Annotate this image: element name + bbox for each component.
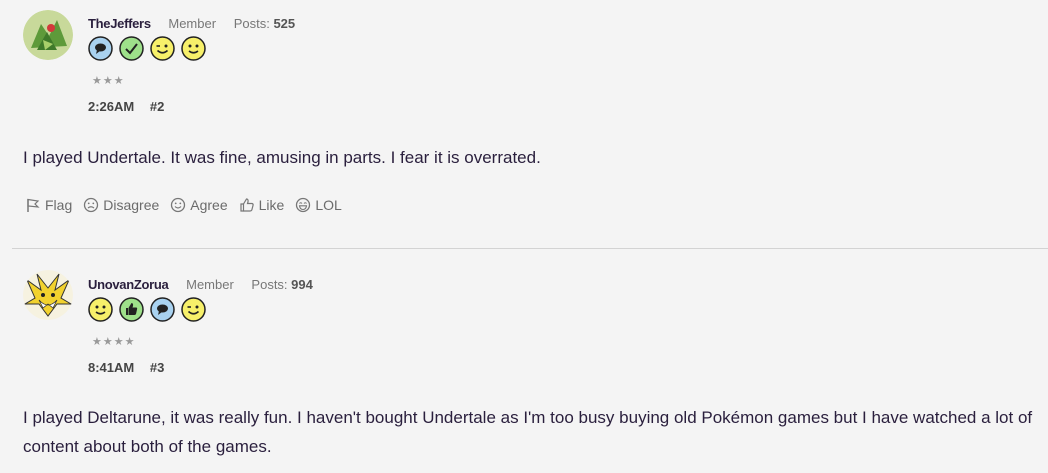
smile-icon xyxy=(171,197,186,213)
avatar[interactable] xyxy=(23,10,73,60)
disagree-button[interactable]: Disagree xyxy=(83,197,159,213)
like-button[interactable]: Like xyxy=(239,197,285,213)
post-body: I played Deltarune, it was really fun. I… xyxy=(23,408,1033,456)
disagree-label: Disagree xyxy=(103,197,160,213)
username[interactable]: TheJeffers xyxy=(88,16,151,31)
speech-bubble-badge-icon[interactable] xyxy=(88,36,113,61)
badge-row xyxy=(88,36,206,61)
thumbs-up-icon xyxy=(240,198,254,212)
avatar[interactable] xyxy=(23,270,73,320)
post-stamp: 8:41AM #3 xyxy=(88,360,164,375)
laugh-icon xyxy=(296,197,311,213)
checkmark-badge-icon[interactable] xyxy=(119,36,144,61)
flag-icon xyxy=(27,198,40,212)
posts-label: Posts: xyxy=(251,277,288,292)
reaction-bar: Flag Disagree Agree Like LOL xyxy=(25,197,353,213)
rank-stars: ★★★ xyxy=(92,75,125,87)
comment-post: UnovanZorua Member Posts: 994 ★★★★ 8:41A… xyxy=(0,250,1048,473)
like-label: Like xyxy=(258,197,285,213)
wink-badge-icon[interactable] xyxy=(181,297,206,322)
posts-label: Posts: xyxy=(233,16,270,31)
post-time[interactable]: 8:41AM xyxy=(88,360,134,375)
post-time[interactable]: 2:26AM xyxy=(88,99,134,114)
post-meta: UnovanZorua Member Posts: 994 xyxy=(88,277,313,292)
badge-row xyxy=(88,297,206,322)
rank-stars: ★★★★ xyxy=(92,336,136,348)
posts-count: 994 xyxy=(291,277,313,292)
lol-label: LOL xyxy=(315,197,342,213)
comment-post: TheJeffers Member Posts: 525 ★★★ 2:26AM xyxy=(0,0,1048,248)
post-number[interactable]: #3 xyxy=(150,360,164,375)
smile-badge-icon[interactable] xyxy=(181,36,206,61)
smile-badge-icon[interactable] xyxy=(88,297,113,322)
speech-bubble-badge-icon[interactable] xyxy=(150,297,175,322)
user-role: Member xyxy=(168,16,217,31)
wink-badge-icon[interactable] xyxy=(150,36,175,61)
user-role: Member xyxy=(186,277,234,292)
username[interactable]: UnovanZorua xyxy=(88,277,169,292)
post-body: I played Undertale. It was fine, amusing… xyxy=(23,148,541,167)
flag-button[interactable]: Flag xyxy=(25,197,72,213)
lol-button[interactable]: LOL xyxy=(295,197,342,213)
posts-count: 525 xyxy=(273,16,296,31)
agree-label: Agree xyxy=(190,197,228,213)
frown-icon xyxy=(84,197,99,213)
post-number[interactable]: #2 xyxy=(150,99,164,114)
post-stamp: 2:26AM #2 xyxy=(88,99,164,114)
post-divider xyxy=(12,248,1048,249)
flag-label: Flag xyxy=(45,197,73,213)
agree-button[interactable]: Agree xyxy=(170,197,228,213)
post-meta: TheJeffers Member Posts: 525 xyxy=(88,16,295,31)
thumbs-up-badge-icon[interactable] xyxy=(119,297,144,322)
